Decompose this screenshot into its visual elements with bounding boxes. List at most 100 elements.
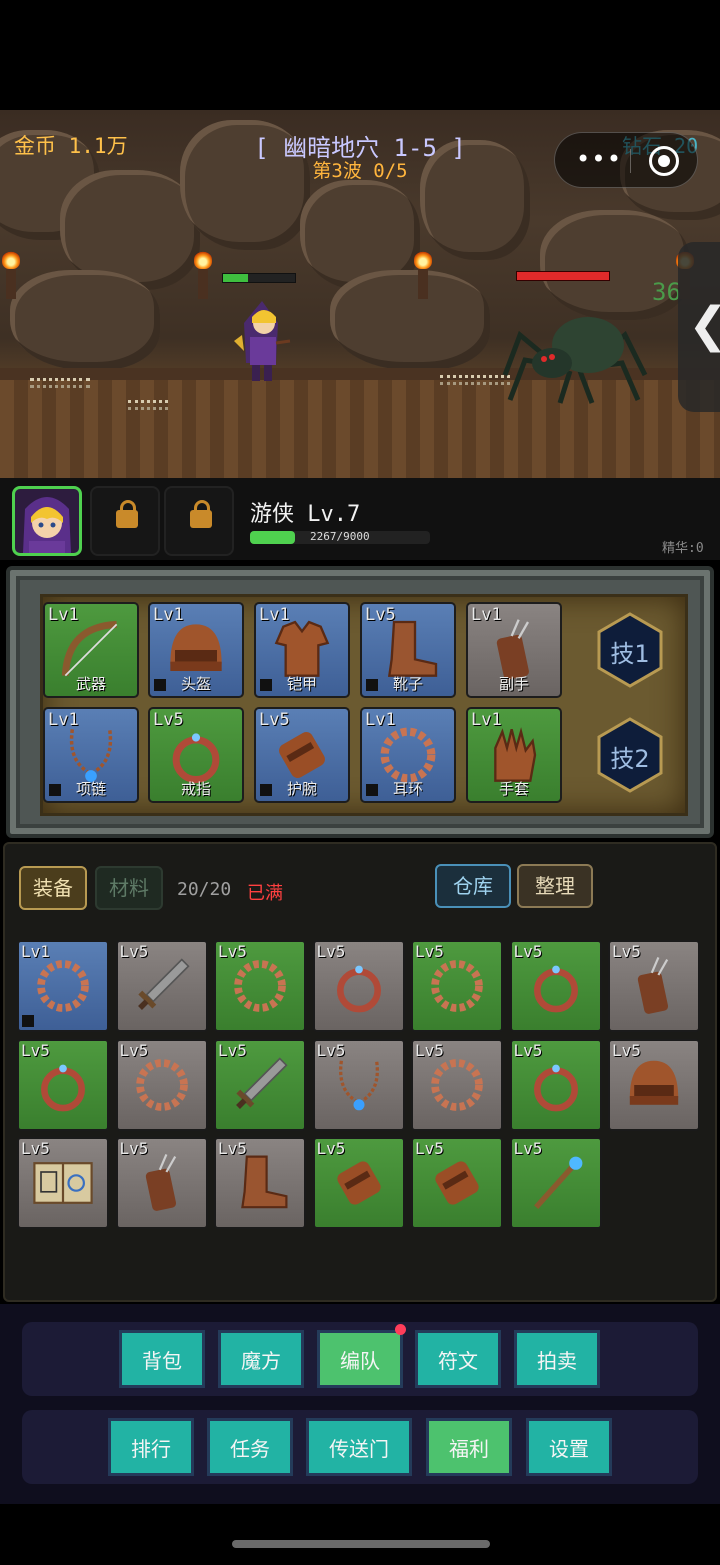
hero-xp-text: 2267/9000	[310, 530, 370, 543]
inventory-item[interactable]: Lv5	[214, 940, 306, 1032]
hero-xp-fill	[250, 531, 295, 544]
helmet-icon	[629, 1060, 679, 1105]
inventory-item[interactable]: Lv5	[214, 1137, 306, 1229]
cave-spider-enemy	[502, 317, 648, 404]
locked-hero-slot[interactable]	[90, 486, 160, 556]
inventory-item[interactable]: Lv5	[214, 1038, 306, 1131]
inventory-item[interactable]: Lv5	[509, 1038, 602, 1131]
ring-icon	[336, 965, 381, 1013]
inventory-item[interactable]: Lv5	[411, 940, 503, 1032]
equip-slot-earring[interactable]: Lv1 耳环	[360, 707, 456, 803]
cave-rock	[330, 270, 490, 370]
inventory-item[interactable]: Lv5	[608, 1038, 700, 1131]
inventory-item[interactable]: Lv5	[312, 1038, 405, 1131]
bottom-menu: 背包 魔方 编队 符文 拍卖 排行 任务 传送门 福利 设置	[0, 1304, 720, 1504]
inventory-item[interactable]: Lv5	[312, 1137, 405, 1229]
item-level: Lv5	[513, 942, 543, 961]
ring-icon	[533, 1064, 578, 1111]
item-level: Lv1	[471, 710, 502, 730]
earring-icon	[135, 1058, 188, 1111]
item-level: Lv5	[415, 1139, 444, 1158]
menu-button-3[interactable]: 编队	[317, 1330, 403, 1388]
quiver-icon	[145, 1153, 176, 1211]
capsule-divider	[630, 149, 631, 173]
menu-row-primary: 背包 魔方 编队 符文 拍卖	[22, 1322, 698, 1396]
hero-hp-fill	[223, 274, 249, 282]
miniprogram-capsule: •••	[554, 132, 698, 188]
inventory-item[interactable]: Lv5	[115, 940, 208, 1032]
inventory-item[interactable]: Lv5	[608, 940, 700, 1032]
item-level: Lv5	[119, 1040, 149, 1060]
inventory-item[interactable]: Lv5	[17, 1137, 109, 1229]
target-close-icon[interactable]	[649, 146, 679, 176]
menu-button-2[interactable]: 魔方	[218, 1330, 304, 1388]
chevron-left-icon: ❮	[688, 297, 720, 353]
equip-slot-boots[interactable]: Lv5 靴子	[360, 602, 456, 698]
tab-materials[interactable]: 材料	[95, 866, 163, 910]
inventory-full-label: 已满	[247, 883, 283, 904]
menu-button-1[interactable]: 背包	[119, 1330, 205, 1388]
ring-icon	[41, 1064, 85, 1111]
item-level: Lv5	[513, 1040, 543, 1060]
equip-slot-armor[interactable]: Lv1 铠甲	[254, 602, 350, 698]
equip-slot-label: 戒指	[180, 780, 211, 798]
damage-number: 36	[652, 278, 681, 306]
hero-portrait-slot[interactable]	[12, 486, 82, 556]
menu-button-5[interactable]: 拍卖	[514, 1330, 600, 1388]
sword-icon	[236, 1056, 288, 1109]
equip-slot-helmet[interactable]: Lv1 头盔	[148, 602, 244, 698]
sort-button[interactable]: 整理	[517, 864, 593, 908]
equip-slot-ring[interactable]: Lv5 戒指	[148, 707, 244, 803]
inventory-item[interactable]: Lv5	[115, 1038, 208, 1131]
item-level: Lv5	[21, 1040, 50, 1060]
menu-row-secondary: 排行 任务 传送门 福利 设置	[22, 1410, 698, 1484]
skill-slot-2[interactable]: 技2	[597, 717, 663, 793]
item-level: Lv5	[316, 1040, 346, 1060]
lock-icon	[190, 500, 212, 528]
item-level: Lv1	[153, 605, 184, 625]
inventory-item[interactable]: Lv5	[411, 1038, 503, 1131]
lock-marker-icon	[366, 679, 378, 691]
equip-slot-label: 武器	[75, 675, 106, 693]
menu-button-2[interactable]: 任务	[207, 1418, 293, 1476]
lock-marker-icon	[260, 679, 272, 691]
item-level: Lv5	[316, 1139, 346, 1158]
bracer-icon	[336, 1161, 381, 1205]
item-level: Lv5	[218, 942, 247, 961]
equip-slot-necklace[interactable]: Lv1 项链	[43, 707, 139, 803]
menu-button-4[interactable]: 符文	[415, 1330, 501, 1388]
item-level: Lv5	[612, 1040, 641, 1060]
earring-icon	[37, 960, 89, 1012]
item-level: Lv5	[415, 1040, 444, 1060]
inventory-item[interactable]: Lv5	[17, 1038, 109, 1131]
menu-button-3[interactable]: 传送门	[306, 1418, 412, 1476]
equip-slot-bracer[interactable]: Lv5 护腕	[254, 707, 350, 803]
menu-button-5[interactable]: 设置	[526, 1418, 612, 1476]
necklace-icon	[338, 1060, 379, 1110]
menu-button-4[interactable]: 福利	[426, 1418, 512, 1476]
item-level: Lv5	[612, 942, 641, 961]
spellbook-icon	[33, 1162, 93, 1204]
skill-slot-1[interactable]: 技1	[597, 612, 663, 688]
more-dots-icon[interactable]: •••	[573, 145, 625, 175]
item-level: Lv5	[513, 1139, 543, 1158]
inventory-item[interactable]: Lv1	[17, 940, 109, 1032]
equip-slot-quiver[interactable]: Lv1 副手	[466, 602, 562, 698]
inventory-item[interactable]: Lv5	[312, 940, 405, 1032]
equip-slot-bow[interactable]: Lv1 武器	[43, 602, 139, 698]
storage-button[interactable]: 仓库	[435, 864, 511, 908]
earring-icon	[234, 960, 286, 1012]
inventory-item[interactable]: Lv5	[509, 1137, 602, 1229]
staff-icon	[533, 1156, 582, 1210]
inventory-count: 20/20	[177, 879, 232, 900]
item-level: Lv1	[259, 605, 290, 625]
equip-slot-glove[interactable]: Lv1 手套	[466, 707, 562, 803]
ranger-portrait-icon	[23, 497, 71, 553]
inventory-item[interactable]: Lv5	[115, 1137, 208, 1229]
inventory-item[interactable]: Lv5	[509, 940, 602, 1032]
side-collapse-handle[interactable]: ❮	[678, 242, 720, 412]
menu-button-1[interactable]: 排行	[108, 1418, 194, 1476]
inventory-item[interactable]: Lv5	[411, 1137, 503, 1229]
locked-hero-slot[interactable]	[164, 486, 234, 556]
tab-equipment[interactable]: 装备	[19, 866, 87, 910]
